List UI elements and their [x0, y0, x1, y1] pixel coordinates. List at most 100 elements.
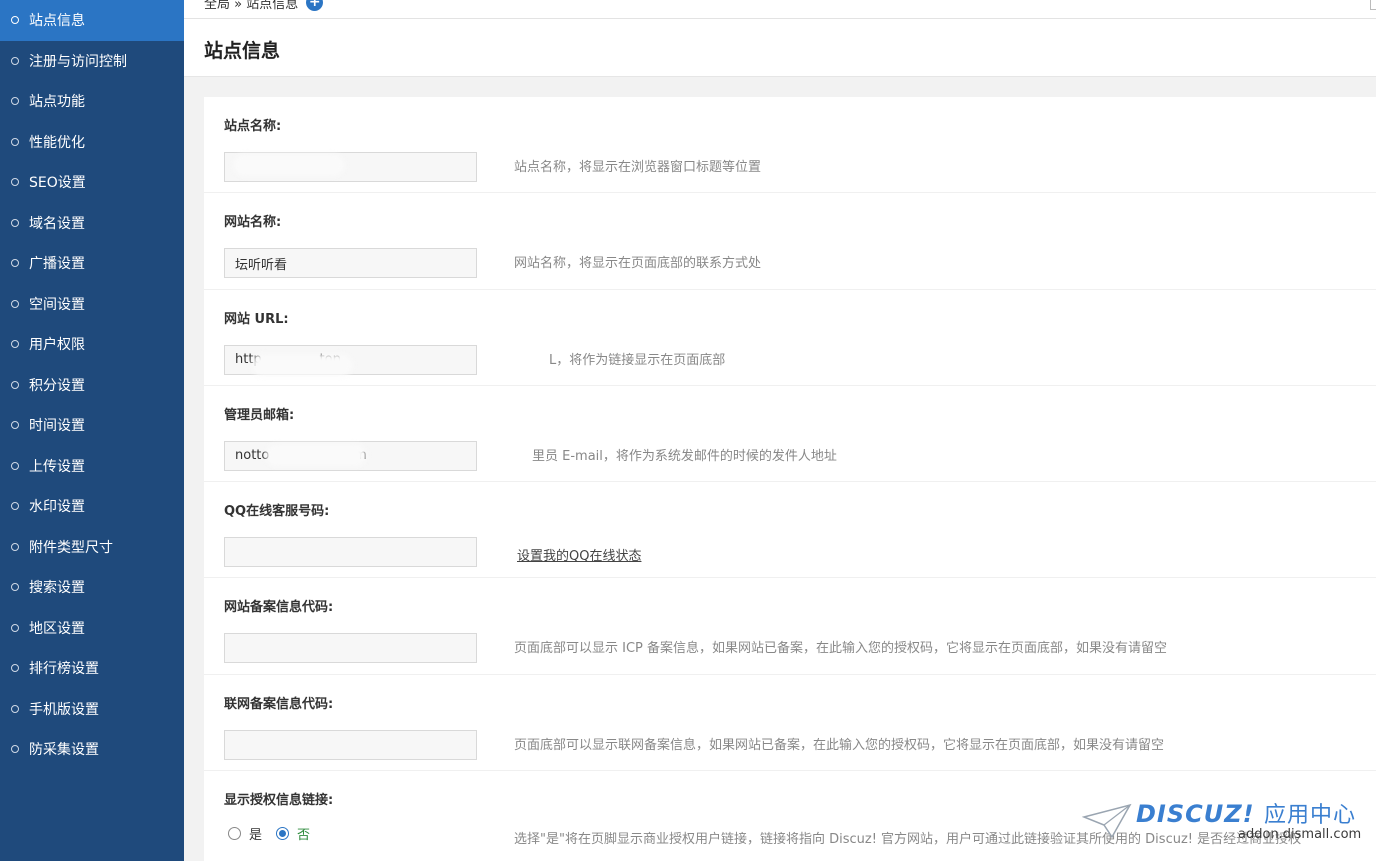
- circle-icon: [11, 299, 19, 308]
- circle-icon: [11, 542, 19, 551]
- sidebar-item-label: 用户权限: [29, 337, 85, 354]
- circle-icon: [11, 502, 19, 511]
- sidebar-item-attachment-types[interactable]: 附件类型尺寸: [0, 527, 184, 568]
- circle-icon: [11, 623, 19, 632]
- web-name-input[interactable]: [224, 248, 477, 279]
- license-label: 显示授权信息链接:: [224, 793, 334, 809]
- sidebar-item-label: 域名设置: [29, 215, 85, 232]
- redaction: [266, 443, 366, 466]
- admin-email-label: 管理员邮箱:: [224, 407, 295, 423]
- scroll-edge: [1370, 0, 1376, 10]
- circle-icon: [11, 16, 19, 25]
- sidebar-item-label: 广播设置: [29, 256, 85, 273]
- icp-label: 网站备案信息代码:: [224, 600, 334, 616]
- sidebar-item-label: 站点功能: [29, 94, 85, 111]
- sidebar-item-domain[interactable]: 域名设置: [0, 203, 184, 244]
- sidebar-item-ranking[interactable]: 排行榜设置: [0, 648, 184, 689]
- license-yes-radio[interactable]: [228, 827, 241, 841]
- add-shortcut-icon[interactable]: +: [306, 0, 324, 11]
- sidebar-item-watermark[interactable]: 水印设置: [0, 486, 184, 527]
- watermark-domain: addon.dismall.com: [1238, 827, 1362, 842]
- sidebar: 站点信息 注册与访问控制 站点功能 性能优化 SEO设置 域名设置 广播设置 空…: [0, 0, 184, 861]
- sidebar-item-label: 时间设置: [29, 418, 85, 435]
- sidebar-item-anti-scrape[interactable]: 防采集设置: [0, 729, 184, 770]
- mps-input[interactable]: [224, 729, 477, 760]
- license-yes-label[interactable]: 是: [249, 824, 262, 843]
- circle-icon: [11, 259, 19, 268]
- sidebar-item-user-permissions[interactable]: 用户权限: [0, 324, 184, 365]
- circle-icon: [11, 704, 19, 713]
- sidebar-item-mobile[interactable]: 手机版设置: [0, 689, 184, 730]
- discuz-watermark: DISCUZ! 应用中心 addon.dismall.com: [1082, 797, 1372, 847]
- sidebar-item-label: 上传设置: [29, 458, 85, 475]
- site-name-label: 站点名称:: [224, 119, 282, 134]
- circle-icon: [11, 340, 19, 349]
- circle-icon: [11, 178, 19, 187]
- sidebar-item-upload[interactable]: 上传设置: [0, 446, 184, 487]
- sidebar-item-label: 水印设置: [29, 499, 85, 516]
- qq-label: QQ在线客服号码:: [224, 504, 330, 520]
- watermark-brand: DISCUZ! 应用中心: [1136, 797, 1356, 829]
- license-no-radio[interactable]: [276, 827, 290, 841]
- sidebar-item-broadcast[interactable]: 广播设置: [0, 243, 184, 284]
- circle-icon: [11, 664, 19, 673]
- circle-icon: [11, 97, 19, 106]
- sidebar-item-label: 手机版设置: [29, 701, 99, 718]
- sidebar-item-label: 附件类型尺寸: [29, 539, 113, 556]
- web-name-label: 网站名称:: [224, 215, 282, 231]
- sidebar-item-label: 积分设置: [29, 377, 85, 394]
- circle-icon: [11, 137, 19, 146]
- sidebar-item-space[interactable]: 空间设置: [0, 284, 184, 325]
- sidebar-item-seo[interactable]: SEO设置: [0, 162, 184, 203]
- breadcrumb: 全局 » 站点信息 +: [204, 0, 324, 12]
- sidebar-item-label: 排行榜设置: [29, 661, 99, 678]
- admin-email-hint: 里员 E-mail，将作为系统发邮件的时候的发件人地址: [532, 448, 837, 464]
- sidebar-item-search[interactable]: 搜索设置: [0, 567, 184, 608]
- qq-status-link[interactable]: 设置我的QQ在线状态: [517, 545, 641, 564]
- watermark-brand-cn: 应用中心: [1263, 803, 1356, 828]
- form-row-qq: QQ在线客服号码: 设置我的QQ在线状态: [204, 482, 1376, 579]
- license-no-label[interactable]: 否: [297, 824, 310, 843]
- mps-label: 联网备案信息代码:: [224, 696, 334, 712]
- circle-icon: [11, 583, 19, 592]
- breadcrumb-text[interactable]: 全局 » 站点信息: [204, 0, 298, 12]
- settings-form: 站点名称: 站点名称，将显示在浏览器窗口标题等位置 网站名称: 网站名称，将显示…: [204, 97, 1376, 861]
- site-name-hint: 站点名称，将显示在浏览器窗口标题等位置: [514, 160, 762, 175]
- sidebar-item-site-features[interactable]: 站点功能: [0, 81, 184, 122]
- mps-hint: 页面底部可以显示联网备案信息，如果网站已备案，在此输入您的授权码，它将显示在页面…: [514, 737, 1165, 753]
- sidebar-item-site-info[interactable]: 站点信息: [0, 0, 184, 41]
- top-bar: 全局 » 站点信息 +: [184, 0, 1376, 19]
- sidebar-item-time[interactable]: 时间设置: [0, 405, 184, 446]
- form-row-mps: 联网备案信息代码: 页面底部可以显示联网备案信息，如果网站已备案，在此输入您的授…: [204, 675, 1376, 772]
- license-radio-group: 是 否: [228, 824, 324, 843]
- sidebar-item-register-access[interactable]: 注册与访问控制: [0, 41, 184, 82]
- form-row-admin-email: 管理员邮箱: 里员 E-mail，将作为系统发邮件的时候的发件人地址: [204, 386, 1376, 483]
- circle-icon: [11, 56, 19, 65]
- sidebar-item-region[interactable]: 地区设置: [0, 608, 184, 649]
- page-header: 站点信息: [184, 19, 1376, 77]
- sidebar-item-credits[interactable]: 积分设置: [0, 365, 184, 406]
- sidebar-item-label: SEO设置: [29, 175, 86, 192]
- watermark-brand-name: DISCUZ!: [1136, 800, 1255, 828]
- qq-input[interactable]: [224, 537, 477, 568]
- sidebar-item-label: 防采集设置: [29, 742, 99, 759]
- icp-input[interactable]: [224, 633, 477, 664]
- web-url-label: 网站 URL:: [224, 311, 289, 327]
- web-name-hint: 网站名称，将显示在页面底部的联系方式处: [514, 256, 762, 272]
- circle-icon: [11, 745, 19, 754]
- form-row-icp: 网站备案信息代码: 页面底部可以显示 ICP 备案信息，如果网站已备案，在此输入…: [204, 578, 1376, 675]
- sidebar-item-label: 空间设置: [29, 296, 85, 313]
- sidebar-item-label: 地区设置: [29, 620, 85, 637]
- sidebar-item-label: 注册与访问控制: [29, 53, 127, 70]
- form-row-site-name: 站点名称: 站点名称，将显示在浏览器窗口标题等位置: [204, 97, 1376, 194]
- sidebar-item-label: 性能优化: [29, 134, 85, 151]
- circle-icon: [11, 461, 19, 470]
- sidebar-item-label: 搜索设置: [29, 580, 85, 597]
- page-title: 站点信息: [204, 40, 281, 62]
- web-url-hint: L，将作为链接显示在页面底部: [549, 352, 726, 368]
- circle-icon: [11, 421, 19, 430]
- paper-plane-icon: [1082, 803, 1132, 839]
- circle-icon: [11, 218, 19, 227]
- redaction: [252, 353, 352, 376]
- sidebar-item-performance[interactable]: 性能优化: [0, 122, 184, 163]
